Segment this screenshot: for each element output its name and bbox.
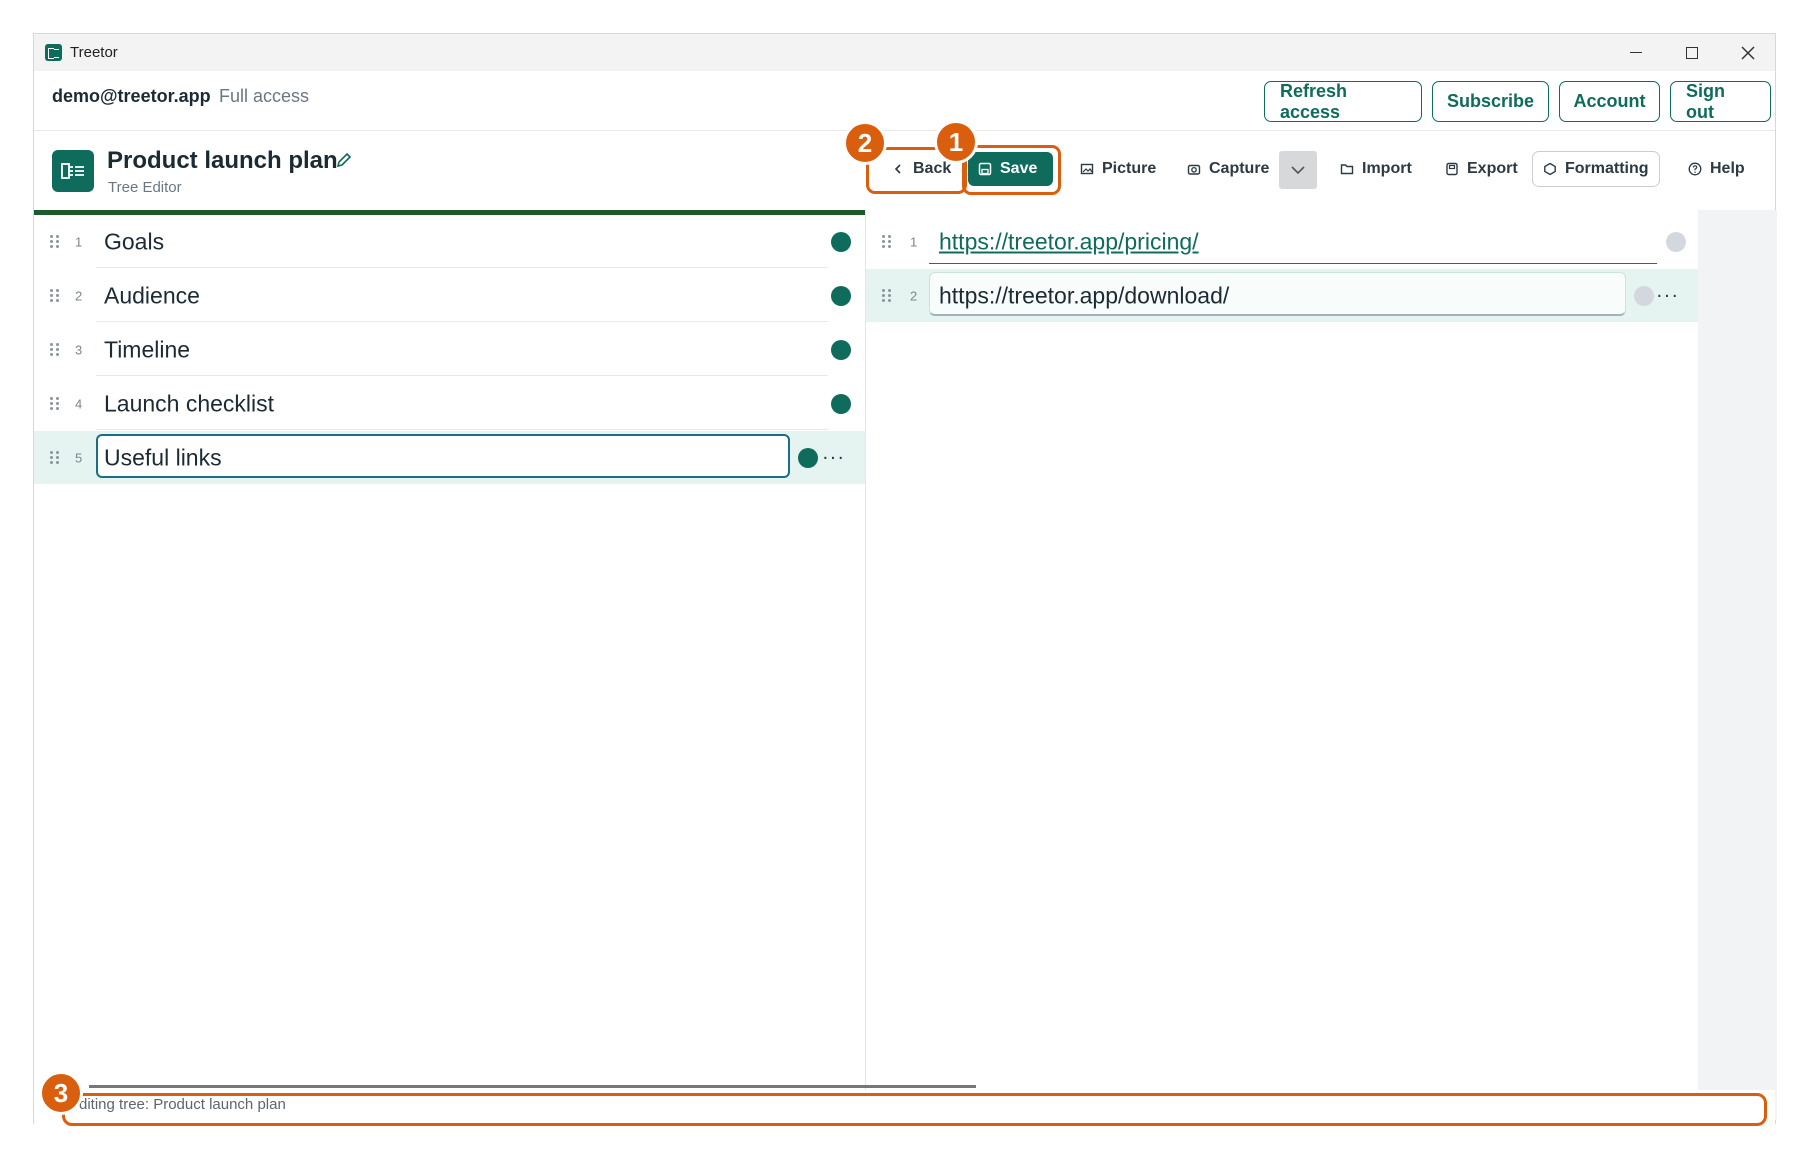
access-level: Full access [219,86,310,106]
capture-options-dropdown[interactable] [1279,151,1317,189]
export-save-icon [1446,162,1458,176]
detail-row-selected[interactable]: 2 https://treetor.app/download/ ··· [866,269,1698,322]
detail-text[interactable]: https://treetor.app/download/ [939,282,1229,309]
image-icon [1080,163,1094,175]
chevron-down-icon [1291,166,1305,175]
help-label: Help [1710,160,1745,177]
row-number: 2 [910,288,918,303]
refresh-access-button[interactable]: Refresh access [1264,81,1422,122]
tree-row[interactable]: 4 Launch checklist [34,377,865,430]
row-divider [96,321,828,322]
drag-handle-icon[interactable] [50,234,60,249]
sign-out-button[interactable]: Sign out [1670,81,1771,122]
drag-handle-icon[interactable] [882,288,892,303]
horizontal-scrollbar[interactable] [89,1085,976,1088]
formatting-button[interactable]: Formatting [1532,151,1660,187]
detail-row[interactable]: 1 https://treetor.app/pricing/ [866,215,1698,268]
row-divider [96,267,828,268]
account-button[interactable]: Account [1559,81,1660,122]
row-divider [96,375,828,376]
tree-row[interactable]: 2 Audience [34,269,865,322]
help-icon [1688,162,1702,176]
row-number: 3 [75,342,83,357]
capture-button[interactable]: Capture [1177,152,1279,186]
row-number: 5 [75,450,83,465]
row-number: 4 [75,396,83,411]
drag-handle-icon[interactable] [50,450,60,465]
status-dot-icon[interactable] [798,447,818,468]
help-button[interactable]: Help [1678,152,1755,186]
app-logo-icon [45,44,62,61]
status-dot-icon[interactable] [1634,285,1654,306]
drag-handle-icon[interactable] [50,288,60,303]
user-email: demo@treetor.app [52,86,211,106]
tree-row[interactable]: 3 Timeline [34,323,865,376]
status-dot-icon[interactable] [831,393,851,414]
status-dot-icon[interactable] [831,339,851,360]
minimize-button[interactable] [1608,34,1664,71]
tree-row[interactable]: 1 Goals [34,215,865,268]
title-bar: Treetor [34,34,1775,71]
more-options-icon[interactable]: ··· [1656,284,1679,307]
document-subtitle: Tree Editor [108,179,182,196]
tree-editor-icon [52,150,94,192]
more-options-icon[interactable]: ··· [822,446,845,469]
status-dot-icon[interactable] [831,285,851,306]
window-title: Treetor [70,44,118,61]
status-dot-icon[interactable] [831,231,851,252]
import-button[interactable]: Import [1330,152,1422,186]
document-title: Product launch plan [107,147,338,174]
row-number: 1 [910,234,918,249]
tree-row-selected[interactable]: 5 Useful links ··· [34,431,865,484]
close-button[interactable] [1720,34,1776,71]
tree-item-label[interactable]: Timeline [104,336,190,363]
import-label: Import [1362,160,1412,177]
formatting-icon [1544,162,1556,176]
close-icon [1741,45,1755,60]
subscribe-button[interactable]: Subscribe [1432,81,1549,122]
callout-badge-3: 3 [39,1071,83,1115]
app-window: Treetor demo@treetor.app Full access Ref… [33,33,1777,1124]
formatting-label: Formatting [1565,160,1649,177]
detail-pane [866,210,1698,1120]
row-number: 2 [75,288,83,303]
drag-handle-icon[interactable] [882,234,892,249]
picture-button[interactable]: Picture [1070,152,1166,186]
tree-item-label[interactable]: Audience [104,282,200,309]
callout-highlight-save [962,145,1061,195]
tree-item-label[interactable]: Goals [104,228,164,255]
detail-gutter [1698,210,1777,1120]
maximize-button[interactable] [1664,34,1720,71]
callout-badge-2: 2 [843,121,887,165]
row-divider [96,429,828,430]
callout-badge-1: 1 [934,120,978,164]
minimize-icon [1630,51,1642,54]
link-underline [929,262,1657,264]
detail-link[interactable]: https://treetor.app/pricing/ [939,228,1199,255]
tree-item-label[interactable]: Launch checklist [104,390,274,417]
callout-highlight-status [62,1093,1767,1126]
tree-item-label[interactable]: Useful links [104,444,222,471]
maximize-icon [1686,46,1698,59]
export-label: Export [1467,160,1518,177]
edit-title-icon[interactable] [335,151,353,169]
capture-label: Capture [1209,160,1270,177]
camera-icon [1187,164,1201,175]
drag-handle-icon[interactable] [50,342,60,357]
status-dot-icon[interactable] [1666,231,1686,252]
row-number: 1 [75,234,83,249]
picture-label: Picture [1102,160,1157,177]
folder-icon [1340,164,1354,175]
export-button[interactable]: Export [1435,152,1528,186]
drag-handle-icon[interactable] [50,396,60,411]
